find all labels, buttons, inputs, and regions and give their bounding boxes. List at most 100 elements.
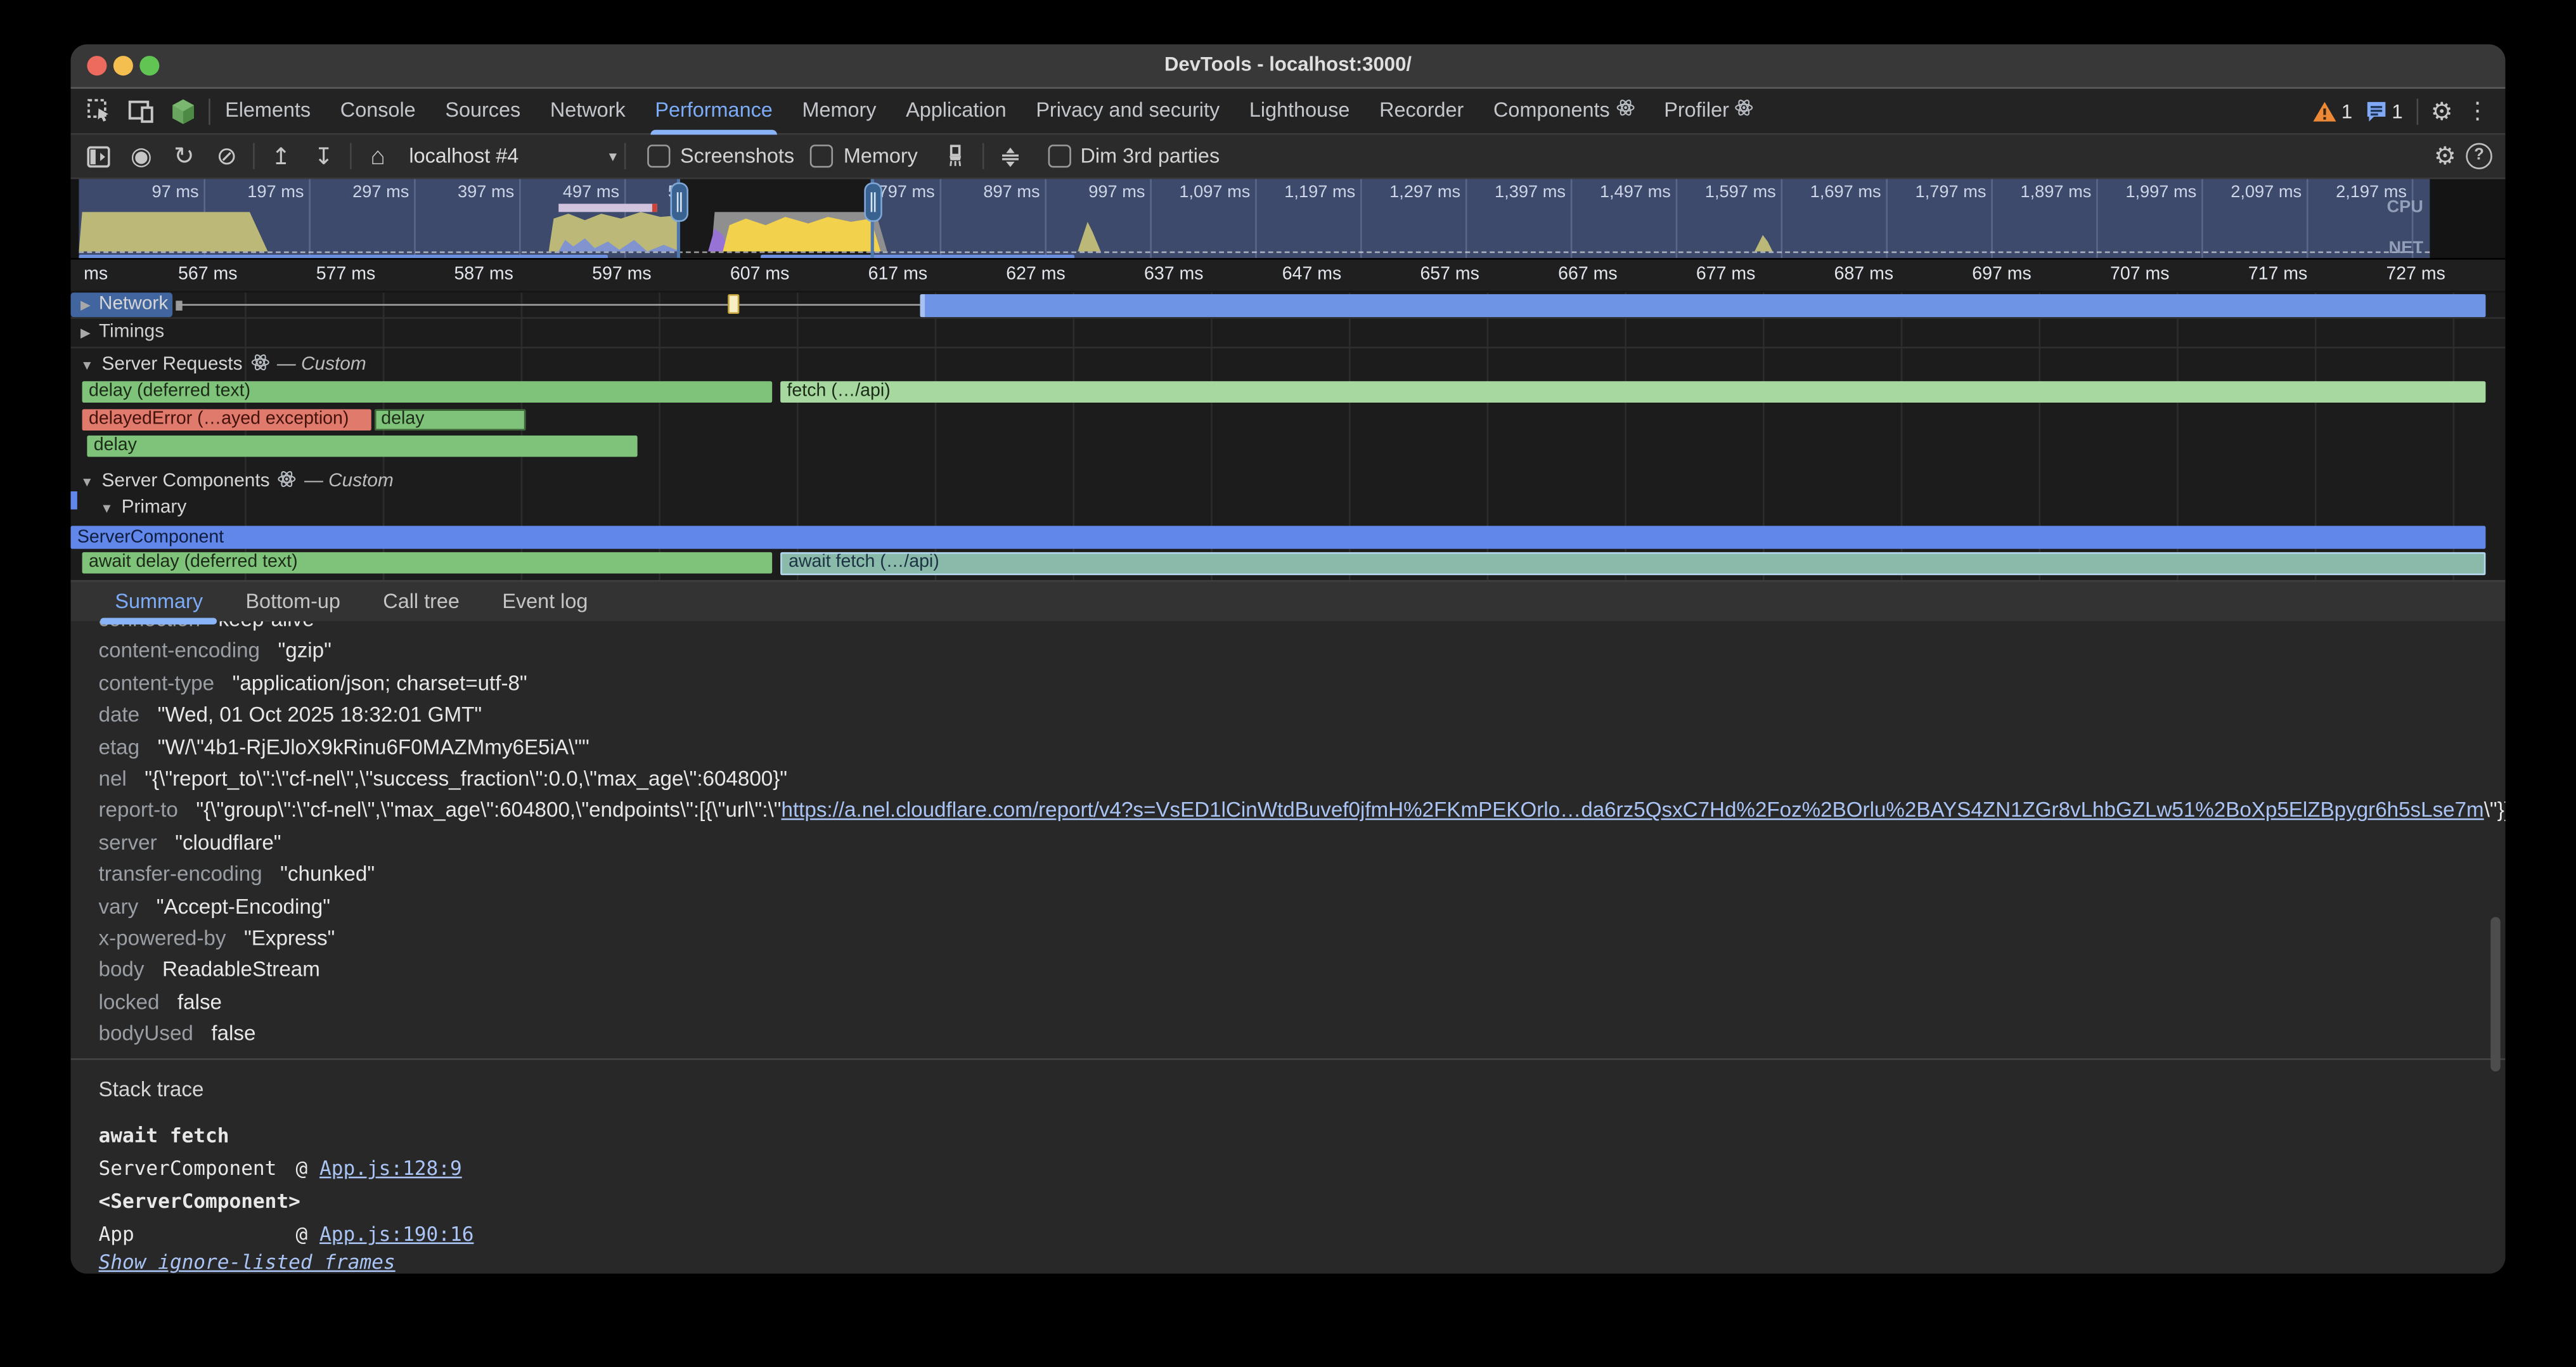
primary-group-header[interactable]: ▼Primary xyxy=(100,498,186,517)
more-options-icon[interactable]: ⋮ xyxy=(2466,97,2489,125)
help-icon[interactable]: ? xyxy=(2466,143,2492,169)
time-label: 1,197 ms xyxy=(1284,183,1355,202)
summary-pane: connectionkeep-alivecontent-encoding"gzi… xyxy=(70,621,2505,1274)
source-location-link[interactable]: App.js:190:16 xyxy=(319,1224,473,1247)
time-label: 297 ms xyxy=(352,183,409,202)
stack-trace-title: Stack trace xyxy=(99,1077,2506,1102)
tab-profiler[interactable]: Profiler xyxy=(1649,89,1768,133)
divider xyxy=(253,143,255,169)
toggle-sidebar-icon[interactable] xyxy=(77,145,120,167)
tab-network[interactable]: Network xyxy=(536,89,640,133)
time-label: 1,897 ms xyxy=(2020,183,2091,202)
network-overview-bar xyxy=(761,254,1074,257)
timings-track-header[interactable]: ▶Timings xyxy=(80,322,164,342)
show-ignore-listed-frames-link[interactable]: Show ignore-listed frames xyxy=(99,1252,2506,1274)
tab-components[interactable]: Components xyxy=(1479,89,1649,133)
grid-line xyxy=(1150,179,1152,258)
tab-sources[interactable]: Sources xyxy=(430,89,536,133)
tab-call-tree[interactable]: Call tree xyxy=(362,582,481,621)
time-label: 797 ms xyxy=(879,183,935,202)
inspect-element-icon[interactable] xyxy=(87,99,112,124)
grid-line xyxy=(940,179,942,258)
server-request-bar[interactable]: delay xyxy=(375,409,525,431)
home-icon[interactable]: ⌂ xyxy=(356,142,399,170)
row-separator xyxy=(70,347,2505,349)
grid-line xyxy=(1360,179,1362,258)
capture-settings-gear-icon[interactable]: ⚙ xyxy=(2434,141,2456,171)
title-bar: DevTools - localhost:3000/ xyxy=(70,44,2505,89)
grid-line xyxy=(1781,179,1783,258)
grid-line xyxy=(1255,179,1257,258)
reload-and-record-icon[interactable]: ↻ xyxy=(163,141,205,171)
time-label: 657 ms xyxy=(1420,264,1479,284)
network-overview-bar xyxy=(79,254,608,257)
react-atom-icon xyxy=(250,353,269,376)
property-row: vary"Accept-Encoding" xyxy=(99,890,2506,922)
tab-event-log[interactable]: Event log xyxy=(481,582,609,621)
warnings-badge[interactable]: 1 xyxy=(2314,100,2352,122)
time-label: 1,997 ms xyxy=(2125,183,2196,202)
tab-performance[interactable]: Performance xyxy=(640,89,787,133)
tab-summary[interactable]: Summary xyxy=(94,582,224,621)
server-request-bar[interactable]: delay (deferred text) xyxy=(82,381,773,403)
screenshots-checkbox[interactable]: Screenshots xyxy=(647,145,794,167)
tab-lighthouse[interactable]: Lighthouse xyxy=(1235,89,1365,133)
time-label: 1,797 ms xyxy=(1916,183,1987,202)
save-profile-icon[interactable]: ↧ xyxy=(302,142,345,170)
server-components-track-header[interactable]: ▼Server Components— Custom xyxy=(80,470,394,493)
tab-elements[interactable]: Elements xyxy=(210,89,326,133)
network-track-header[interactable]: ▶Network xyxy=(80,294,168,314)
selection-window-handle[interactable] xyxy=(871,179,874,258)
dim-third-parties-checkbox[interactable]: Dim 3rd parties xyxy=(1048,145,1220,167)
nodejs-icon[interactable] xyxy=(171,98,196,124)
vertical-scrollbar[interactable] xyxy=(2490,917,2501,1072)
device-toolbar-icon[interactable] xyxy=(128,100,154,122)
time-label: 497 ms xyxy=(563,183,619,202)
cpu-activity-dim xyxy=(79,209,276,251)
react-atom-icon xyxy=(1616,89,1635,133)
server-component-bar[interactable]: await fetch (…/api) xyxy=(780,552,2485,575)
tab-privacy-and-security[interactable]: Privacy and security xyxy=(1021,89,1235,133)
issues-badge[interactable]: 1 xyxy=(2366,100,2403,122)
stack-frame: App@ App.js:190:16 xyxy=(99,1219,2506,1252)
property-row: content-encoding"gzip" xyxy=(99,635,2506,666)
divider xyxy=(624,143,626,169)
cpu-activity-dim xyxy=(549,209,680,251)
server-request-bar[interactable]: delayedError (…ayed exception) xyxy=(82,409,371,431)
report-url-link[interactable]: https://a.nel.cloudflare.com/report/v4?s… xyxy=(782,798,2484,822)
memory-checkbox[interactable]: Memory xyxy=(811,145,918,167)
garbage-collect-icon[interactable] xyxy=(934,145,977,167)
stack-trace-list: await fetchServerComponent@ App.js:128:9… xyxy=(99,1120,2506,1251)
clear-icon[interactable]: ⊘ xyxy=(205,141,248,171)
source-location-link[interactable]: App.js:128:9 xyxy=(319,1158,462,1181)
cpu-net-separator xyxy=(79,252,2430,254)
grid-line xyxy=(2096,179,2098,258)
time-label: 1,297 ms xyxy=(1389,183,1460,202)
load-profile-icon[interactable]: ↥ xyxy=(260,142,302,170)
tab-bottom-up[interactable]: Bottom-up xyxy=(224,582,362,621)
network-request-bar[interactable] xyxy=(728,294,739,314)
server-component-bar[interactable]: await delay (deferred text) xyxy=(82,552,773,574)
time-label: 637 ms xyxy=(1144,264,1204,284)
overview-minimap[interactable]: 97 ms197 ms297 ms397 ms497 ms597 ms697 m… xyxy=(79,179,2430,258)
settings-gear-icon[interactable]: ⚙ xyxy=(2431,96,2453,126)
server-request-bar[interactable]: fetch (…/api) xyxy=(780,381,2485,403)
server-request-bar[interactable]: delay xyxy=(87,436,637,457)
server-requests-track-header[interactable]: ▼Server Requests— Custom xyxy=(80,353,366,376)
grid-line xyxy=(414,179,416,258)
collapse-sections-icon[interactable] xyxy=(988,145,1031,167)
tab-recorder[interactable]: Recorder xyxy=(1365,89,1479,133)
server-component-bar[interactable]: ServerComponent xyxy=(70,526,2485,548)
row-separator xyxy=(70,317,2505,319)
tab-memory[interactable]: Memory xyxy=(787,89,891,133)
time-label: 597 ms xyxy=(592,264,652,284)
tab-application[interactable]: Application xyxy=(891,89,1021,133)
selection-window-handle[interactable] xyxy=(677,179,680,258)
tab-console[interactable]: Console xyxy=(325,89,430,133)
record-icon[interactable]: ◉ xyxy=(120,141,162,171)
profile-select[interactable]: localhost #4 ▼ xyxy=(409,145,619,167)
react-atom-icon xyxy=(278,470,297,493)
network-request-bar[interactable] xyxy=(920,294,2485,316)
property-row: transfer-encoding"chunked" xyxy=(99,858,2506,890)
grid-line xyxy=(519,179,521,258)
